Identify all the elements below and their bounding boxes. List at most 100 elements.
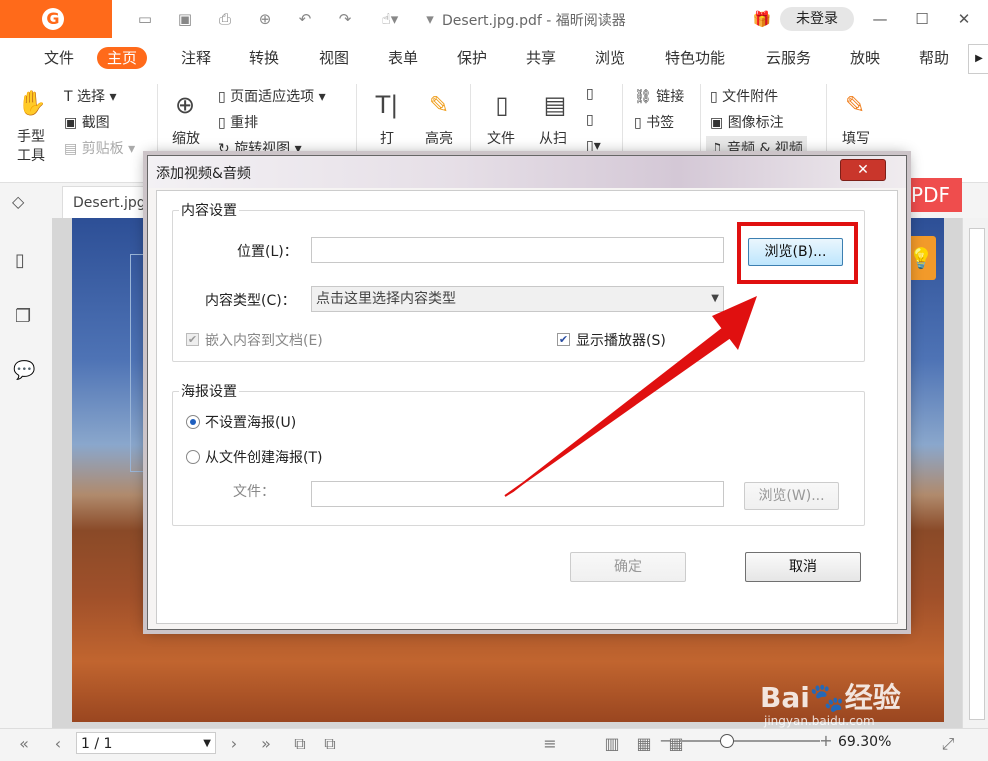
from-scanner-button[interactable]: 从扫 <box>539 128 567 148</box>
redo-icon[interactable]: ↷ <box>335 10 355 28</box>
show-player-checkbox[interactable]: ✔ <box>557 333 570 346</box>
typewriter-button[interactable]: 打 <box>380 128 394 148</box>
menu-browse[interactable]: 浏览 <box>585 47 635 69</box>
hand-dropdown-icon[interactable]: ☝▾ <box>375 10 405 28</box>
location-input[interactable] <box>311 237 724 263</box>
zoom-out-icon[interactable]: − <box>656 731 676 751</box>
gift-icon[interactable]: 🎁 <box>752 10 772 28</box>
baidu-watermark: Bai🐾经验 <box>760 681 901 714</box>
baidu-watermark-url: jingyan.baidu.com <box>764 714 875 728</box>
page-number-field[interactable]: 1 / 1 ▼ <box>76 732 216 754</box>
menu-bar: 文件 主页 注释 转换 视图 表单 保护 共享 浏览 特色功能 云服务 放映 帮… <box>0 38 988 76</box>
menu-comment[interactable]: 注释 <box>171 47 221 69</box>
maximize-icon[interactable]: ☐ <box>912 9 932 29</box>
link-icon: ⛓ <box>634 89 652 105</box>
single-page-icon[interactable]: ▥ <box>602 734 622 754</box>
save-icon[interactable]: ▣ <box>175 10 195 28</box>
zoom-level[interactable]: 69.30% <box>838 734 891 750</box>
page-dropdown-icon[interactable]: ▼ <box>203 733 211 755</box>
highlight-button[interactable]: 高亮 <box>425 128 453 148</box>
menu-help[interactable]: 帮助 <box>909 47 959 69</box>
attachment-icon: ▯ <box>710 89 718 105</box>
fill-sign-button[interactable]: 填写 <box>842 128 870 148</box>
pages-panel-icon[interactable]: ❐ <box>15 306 31 327</box>
zoom-in-icon[interactable]: + <box>816 731 836 751</box>
zoom-button[interactable]: 缩放 <box>172 128 200 148</box>
embed-content-checkbox[interactable]: ✔ <box>186 333 199 346</box>
file-convert-button[interactable]: 文件 <box>487 128 515 148</box>
continuous-page-icon[interactable]: ▦ <box>634 734 654 754</box>
dialog-title: 添加视频&音频 <box>156 166 251 182</box>
customize-quick-access-icon[interactable]: ▾ <box>420 10 440 28</box>
rearrange-tool[interactable]: ▯ 重排 <box>218 112 258 132</box>
menu-form[interactable]: 表单 <box>378 47 428 69</box>
bookmark-panel-icon[interactable]: ▯ <box>15 250 25 271</box>
highlighter-icon: ✎ <box>428 91 450 119</box>
dropdown-arrow-icon: ▼ <box>711 293 719 304</box>
dialog-close-button[interactable]: ✕ <box>840 159 886 181</box>
poster-file-input[interactable] <box>311 481 724 507</box>
next-view-icon[interactable]: ⧉ <box>320 734 340 754</box>
foxit-logo-icon: G <box>42 8 64 30</box>
content-type-select[interactable]: 点击这里选择内容类型 ▼ <box>311 286 724 312</box>
file-attachment-tool[interactable]: ▯ 文件附件 <box>710 86 778 106</box>
undo-icon[interactable]: ↶ <box>295 10 315 28</box>
new-file-icon[interactable]: ⊕ <box>255 10 275 28</box>
cancel-button[interactable]: 取消 <box>745 552 861 582</box>
menu-convert[interactable]: 转换 <box>239 47 289 69</box>
window-title: Desert.jpg.pdf - 福昕阅读器 <box>442 13 626 29</box>
content-type-label: 内容类型(C)： <box>205 293 296 309</box>
hand-tool-button[interactable]: 手型 工具 <box>17 128 49 166</box>
location-label: 位置(L)： <box>237 244 298 260</box>
app-logo[interactable]: G <box>0 0 112 38</box>
next-page-icon[interactable]: › <box>224 734 244 754</box>
file-convert-icon: ▯ <box>495 91 509 119</box>
screenshot-tool[interactable]: ▣ 截图 <box>64 112 110 132</box>
eraser-icon[interactable]: ◇ <box>12 192 32 212</box>
menu-home[interactable]: 主页 <box>97 47 148 69</box>
doc-small-icon-3[interactable]: ▯▾ <box>586 138 601 154</box>
no-poster-radio[interactable] <box>186 415 200 429</box>
poster-settings-title: 海报设置 <box>179 381 239 401</box>
poster-from-file-radio[interactable] <box>186 450 200 464</box>
page-fit-tool[interactable]: ▯ 页面适应选项 ▾ <box>218 86 326 106</box>
menu-slideshow[interactable]: 放映 <box>840 47 890 69</box>
minimize-icon[interactable]: — <box>870 9 890 29</box>
menu-protect[interactable]: 保护 <box>447 47 497 69</box>
menu-share[interactable]: 共享 <box>516 47 566 69</box>
no-poster-label: 不设置海报(U) <box>205 415 297 431</box>
previous-page-icon[interactable]: ‹ <box>48 734 68 754</box>
link-tool[interactable]: ⛓ 链接 <box>634 86 684 106</box>
zoom-slider[interactable] <box>680 740 820 742</box>
browse-poster-button[interactable]: 浏览(W)... <box>744 482 839 510</box>
close-window-icon[interactable]: ✕ <box>954 9 974 29</box>
lightbulb-icon[interactable]: 💡 <box>906 236 936 280</box>
vertical-scrollbar[interactable] <box>962 218 988 728</box>
scrollbar-thumb[interactable] <box>969 228 985 720</box>
first-page-icon[interactable]: « <box>14 734 34 754</box>
doc-small-icon-2[interactable]: ▯ <box>586 112 594 128</box>
print-icon[interactable]: ⎙ <box>215 10 235 28</box>
menu-view[interactable]: 视图 <box>309 47 359 69</box>
doc-small-icon-1[interactable]: ▯ <box>586 86 594 102</box>
scanner-icon: ▤ <box>543 91 567 119</box>
image-annotation-tool[interactable]: ▣ 图像标注 <box>710 112 784 132</box>
poster-file-label: 文件： <box>233 484 275 500</box>
open-folder-icon[interactable]: ▭ <box>135 10 155 28</box>
fullscreen-icon[interactable]: ⤢ <box>938 734 958 754</box>
select-tool[interactable]: T 选择 ▾ <box>64 86 117 106</box>
login-button[interactable]: 未登录 <box>780 7 854 31</box>
embed-content-label: 嵌入内容到文档(E) <box>205 333 323 349</box>
comments-panel-icon[interactable]: 💬 <box>13 360 35 381</box>
menu-cloud[interactable]: 云服务 <box>756 47 821 69</box>
menu-features[interactable]: 特色功能 <box>655 47 735 69</box>
menu-file[interactable]: 文件 <box>34 47 84 69</box>
bookmark-tool[interactable]: ▯ 书签 <box>634 112 674 132</box>
last-page-icon[interactable]: » <box>256 734 276 754</box>
previous-view-icon[interactable]: ⧉ <box>290 734 310 754</box>
zoom-icon: ⊕ <box>174 91 196 119</box>
ok-button[interactable]: 确定 <box>570 552 686 582</box>
menu-scroll-right-icon[interactable]: ▶ <box>968 44 988 74</box>
status-menu-icon[interactable]: ≡ <box>540 734 560 754</box>
clipboard-tool[interactable]: ▤ 剪贴板 ▾ <box>64 138 135 158</box>
